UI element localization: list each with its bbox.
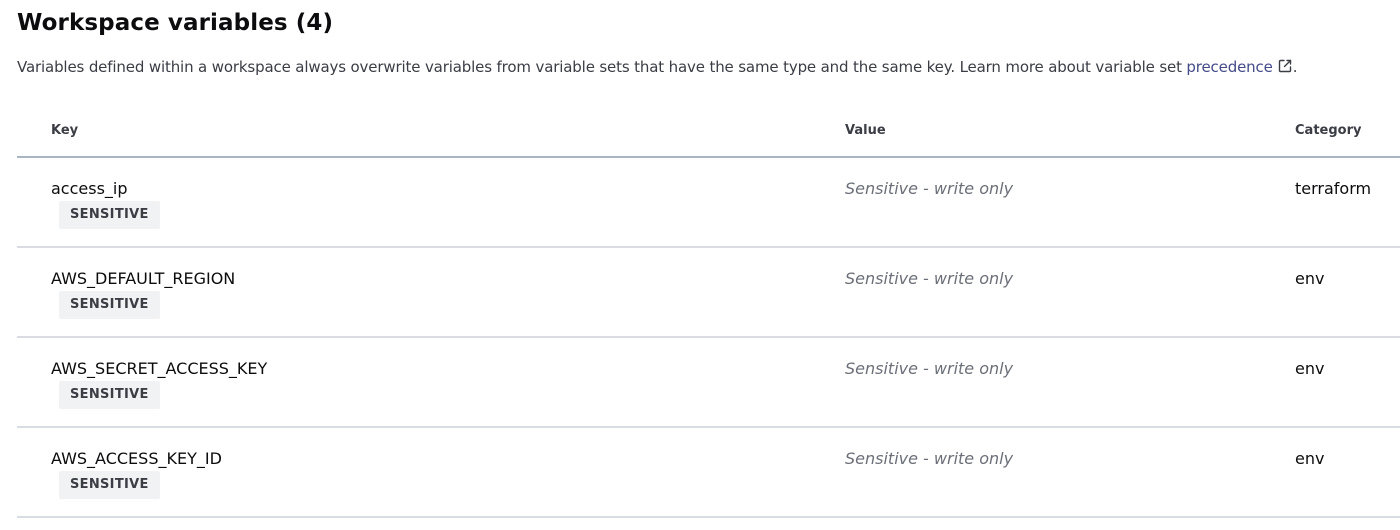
variables-table: Key Value Category access_ip SENSITIVE S… <box>17 106 1400 518</box>
sensitive-badge: SENSITIVE <box>59 381 160 409</box>
column-header-value: Value <box>845 123 886 138</box>
column-header-category: Category <box>1295 123 1362 138</box>
variable-category: terraform <box>1295 179 1372 198</box>
external-link-icon <box>1278 59 1291 73</box>
variable-category: env <box>1295 269 1325 288</box>
table-row[interactable]: AWS_ACCESS_KEY_ID SENSITIVE Sensitive - … <box>17 428 1400 518</box>
variable-value: Sensitive - write only <box>845 269 1014 288</box>
variable-value: Sensitive - write only <box>845 359 1014 378</box>
description-text: Variables defined within a workspace alw… <box>17 55 1297 79</box>
sensitive-badge: SENSITIVE <box>59 201 160 229</box>
variable-key[interactable]: AWS_ACCESS_KEY_ID <box>51 448 222 470</box>
column-header-key: Key <box>51 123 79 138</box>
table-row[interactable]: AWS_SECRET_ACCESS_KEY SENSITIVE Sensitiv… <box>17 338 1400 428</box>
page-title: Workspace variables (4) <box>17 10 334 36</box>
variable-key[interactable]: access_ip <box>51 178 128 200</box>
variable-category: env <box>1295 359 1325 378</box>
variable-value: Sensitive - write only <box>845 179 1014 198</box>
table-row[interactable]: access_ip SENSITIVE Sensitive - write on… <box>17 158 1400 248</box>
variable-key[interactable]: AWS_SECRET_ACCESS_KEY <box>51 358 267 380</box>
variable-category: env <box>1295 449 1325 468</box>
table-header: Key Value Category <box>17 106 1400 158</box>
precedence-link[interactable]: precedence <box>1186 58 1292 76</box>
variable-key[interactable]: AWS_DEFAULT_REGION <box>51 268 235 290</box>
table-row[interactable]: AWS_DEFAULT_REGION SENSITIVE Sensitive -… <box>17 248 1400 338</box>
variable-value: Sensitive - write only <box>845 449 1014 468</box>
description-end: . <box>1292 58 1298 76</box>
description-body: Variables defined within a workspace alw… <box>17 58 1187 76</box>
sensitive-badge: SENSITIVE <box>59 291 160 319</box>
precedence-link-label: precedence <box>1186 58 1273 76</box>
sensitive-badge: SENSITIVE <box>59 471 160 499</box>
